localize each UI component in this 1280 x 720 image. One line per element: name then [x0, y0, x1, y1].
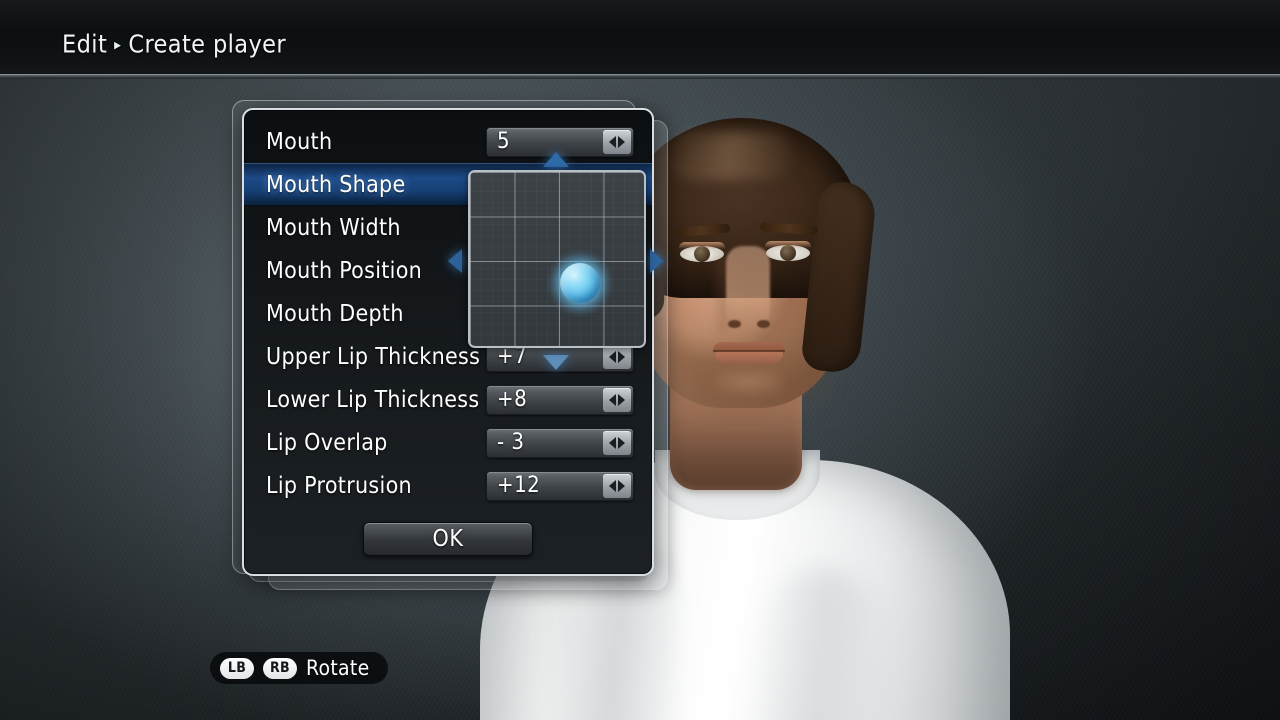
- parameter-value-field[interactable]: +12: [486, 470, 634, 501]
- parameter-label: Mouth Shape: [266, 171, 406, 198]
- parameter-row[interactable]: Lip Protrusion +12: [244, 464, 652, 507]
- parameter-value-text: 5: [497, 129, 511, 154]
- value-stepper-arrows-icon[interactable]: [603, 473, 631, 498]
- breadcrumb-current: Create player: [128, 29, 287, 59]
- value-stepper-arrows-icon[interactable]: [603, 387, 631, 412]
- parameter-value-text: +8: [497, 387, 528, 412]
- parameter-label: Lower Lip Thickness: [266, 386, 480, 413]
- parameter-row[interactable]: Lip Overlap - 3: [244, 421, 652, 464]
- value-stepper-arrows-icon[interactable]: [603, 430, 631, 455]
- shape-grid[interactable]: [468, 170, 646, 348]
- parameter-label: Mouth: [266, 128, 333, 155]
- nav-down-arrow-icon[interactable]: [543, 355, 569, 370]
- header-divider: [0, 74, 1280, 79]
- parameter-value-field[interactable]: - 3: [486, 427, 634, 458]
- parameter-row[interactable]: Lower Lip Thickness +8: [244, 378, 652, 421]
- chin-highlight: [716, 370, 782, 394]
- button-rb-icon: RB: [263, 657, 297, 679]
- parameter-value-text: +12: [497, 473, 541, 498]
- parameter-label: Lip Protrusion: [266, 472, 412, 499]
- eyelid-left: [679, 242, 725, 249]
- nostril-left: [728, 320, 741, 328]
- hint-action-label: Rotate: [306, 656, 370, 680]
- lower-lip: [715, 351, 783, 364]
- breadcrumb-root[interactable]: Edit: [62, 30, 107, 59]
- parameter-label: Mouth Position: [266, 257, 423, 284]
- parameter-label: Mouth Width: [266, 214, 401, 241]
- neck-shadow: [670, 400, 802, 490]
- nostril-right: [757, 320, 770, 328]
- ok-button[interactable]: OK: [363, 522, 533, 556]
- hair-highlight: [665, 132, 795, 180]
- breadcrumb: Edit ▸ Create player: [62, 30, 286, 59]
- mouth-shape-selector[interactable]: [448, 152, 664, 370]
- breadcrumb-separator-icon: ▸: [114, 35, 122, 54]
- header-bar: Edit ▸ Create player: [0, 0, 1280, 78]
- nav-left-arrow-icon[interactable]: [448, 249, 462, 273]
- parameter-value-field[interactable]: +8: [486, 384, 634, 415]
- nav-right-arrow-icon[interactable]: [650, 249, 664, 273]
- value-stepper-arrows-icon[interactable]: [603, 129, 631, 154]
- nav-up-arrow-icon[interactable]: [543, 152, 569, 167]
- parameter-value-text: - 3: [497, 430, 525, 455]
- mouth-line: [713, 350, 785, 352]
- parameter-label: Lip Overlap: [266, 429, 388, 456]
- dialog-footer: OK: [244, 522, 652, 556]
- button-lb-icon: LB: [220, 657, 254, 679]
- shape-marker-handle[interactable]: [559, 263, 600, 304]
- parameter-label: Mouth Depth: [266, 300, 404, 327]
- shirt-fold: [760, 570, 880, 720]
- eyelid-right: [765, 241, 811, 248]
- controller-hint: LB RB Rotate: [210, 652, 388, 684]
